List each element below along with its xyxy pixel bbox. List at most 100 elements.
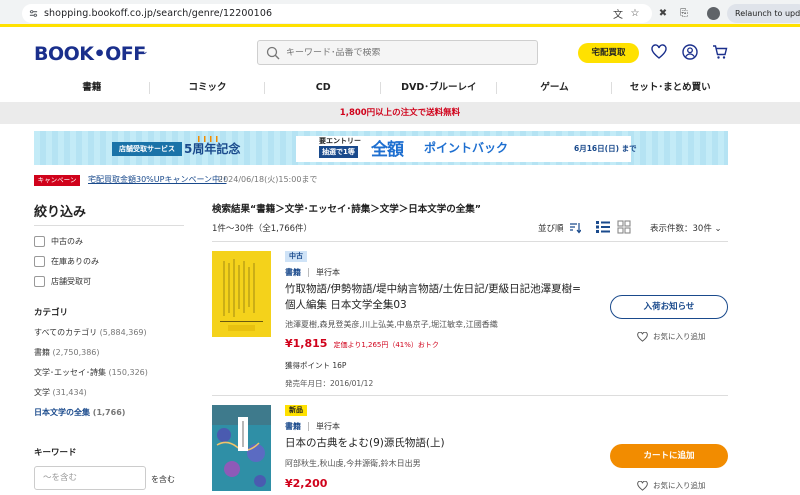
price-value: ¥2,200 (285, 477, 328, 490)
promo-banner[interactable]: 店舗受取サービス 5周年記念 要エントリー 抽選で1等 全額 ポイントバック 6… (34, 131, 728, 165)
nav-books[interactable]: 書籍 (34, 77, 150, 99)
list-view-icon[interactable] (596, 220, 610, 234)
nav-sets[interactable]: セット･まとめ買い (612, 77, 728, 99)
product-kind: 書籍 (285, 268, 301, 277)
search-input[interactable] (286, 47, 526, 58)
product-authors[interactable]: 池澤夏樹,森見登美彦,川上弘美,中島京子,堀江敏幸,江國香織 (285, 319, 498, 330)
product-item: 中古 書籍 単行本 竹取物語/伊勢物語/堤中納言物語/土佐日記/更級日記池澤夏樹… (212, 251, 728, 391)
filter-label: 店舗受取可 (51, 277, 91, 286)
filter-label: 在庫ありのみ (51, 257, 99, 266)
category-japanese-collections[interactable]: 日本文学の全集 (1,766) (34, 407, 125, 418)
banner-big-text: 全額 (371, 140, 404, 160)
product-authors[interactable]: 阿部秋生,秋山虔,今井源衛,鈴木日出男 (285, 458, 421, 469)
nav-cd[interactable]: CD (265, 77, 382, 99)
filter-store-pickup[interactable]: 店舗受取可 (34, 276, 91, 287)
condition-badge: 中古 (285, 251, 307, 262)
grid-view-icon[interactable] (617, 220, 631, 234)
checkbox[interactable] (34, 236, 45, 247)
filter-label: 中古のみ (51, 237, 83, 246)
address-bar[interactable]: shopping.bookoff.co.jp/search/genre/1220… (22, 4, 652, 23)
product-title[interactable]: 竹取物語/伊勢物語/堤中納言物語/土佐日記/更級日記池澤夏樹=個人編集 日本文学… (285, 281, 585, 313)
notify-restock-button[interactable]: 入荷お知らせ (610, 295, 728, 319)
shipping-notice: 1,800円以上の注文で送料無料 (0, 102, 800, 124)
search-box[interactable] (257, 40, 538, 65)
chevron-down-icon: ⌄ (714, 224, 722, 234)
category-books[interactable]: 書籍 (2,750,386) (34, 347, 100, 358)
translate-icon[interactable]: 文 (611, 6, 625, 21)
chevron-down-icon[interactable]: ⌄ (141, 47, 149, 57)
campaign-link[interactable]: 宅配買取金額30%UPキャンペーン中!! (88, 174, 226, 185)
product-format: 単行本 (316, 422, 340, 431)
condition-badge: 新品 (285, 405, 307, 416)
favorite-label: お気に入り追加 (653, 481, 706, 490)
results-count: 1件～30件（全1,766件） (212, 224, 313, 234)
url-text: shopping.bookoff.co.jp/search/genre/1220… (44, 8, 273, 19)
keyword-input[interactable]: ～を含む (34, 466, 146, 490)
results-title: 検索結果“書籍＞文学･エッセイ･詩集＞文学＞日本文学の全集” (212, 204, 481, 215)
heart-icon[interactable] (651, 44, 667, 60)
site-info-icon[interactable] (29, 9, 38, 18)
filter-in-stock[interactable]: 在庫ありのみ (34, 256, 99, 267)
price-discount: 定価より1,265円（41%）おトク (333, 341, 439, 349)
nav-label: コミック (188, 82, 227, 93)
nav-label: CD (315, 82, 331, 93)
category-all[interactable]: すべてのカテゴリ (5,884,369) (34, 327, 147, 338)
relaunch-button[interactable]: Relaunch to update (727, 4, 800, 23)
sort-icon[interactable] (569, 222, 581, 234)
bookmark-star-icon[interactable]: ☆ (628, 6, 642, 20)
nav-label: セット･まとめ買い (629, 82, 711, 93)
category-nav: 書籍 コミック CD DVD･ブルーレイ ゲーム セット･まとめ買い (34, 77, 728, 99)
add-favorite-button[interactable]: お気に入り追加 (637, 331, 706, 342)
per-page-select[interactable]: 表示件数：30件 ⌄ (650, 222, 722, 234)
nav-games[interactable]: ゲーム (497, 77, 613, 99)
banner-date: 6月16日(日) まで (574, 144, 637, 153)
campaign-date: 2024/06/18(火)15:00まで (218, 175, 318, 184)
sort-label: 並び順 (538, 224, 564, 234)
profile-avatar-icon[interactable] (707, 7, 720, 20)
banner-anniversary: 5周年記念 (184, 142, 241, 156)
sort-control[interactable]: 並び順 (538, 222, 581, 234)
add-to-cart-button[interactable]: カートに追加 (610, 444, 728, 468)
extensions-puzzle-icon[interactable]: ⎘ (677, 6, 691, 20)
account-icon[interactable] (682, 44, 698, 60)
nav-label: DVD･ブルーレイ (401, 82, 477, 93)
product-kind: 書籍 (285, 422, 301, 431)
banner-service-label: 店舗受取サービス (112, 142, 182, 156)
banner-lottery-label: 抽選で1等 (319, 146, 358, 158)
product-title[interactable]: 日本の古典をよむ(9)源氏物語(上) (285, 435, 585, 451)
nav-dvd[interactable]: DVD･ブルーレイ (381, 77, 497, 99)
category-literature[interactable]: 文学 (31,434) (34, 387, 87, 398)
book-cover-image[interactable] (212, 251, 271, 337)
nav-label: 書籍 (82, 82, 102, 93)
filter-title: 絞り込み (34, 205, 87, 220)
add-favorite-button[interactable]: お気に入り追加 (637, 480, 706, 491)
extension-x-icon[interactable]: ✖ (656, 6, 670, 20)
cart-icon[interactable] (712, 44, 728, 60)
nav-comics[interactable]: コミック (150, 77, 266, 99)
banner-entry-label: 要エントリー (319, 137, 361, 145)
per-page-label: 表示件数：30件 (650, 224, 712, 234)
product-meta: 書籍 単行本 (285, 421, 340, 432)
product-release-date: 発売年月日：2016/01/12 (285, 379, 374, 388)
product-points: 獲得ポイント 16P (285, 361, 347, 370)
keyword-suffix: を含む (151, 475, 175, 484)
price-value: ¥1,815 (285, 337, 328, 350)
bookoff-logo[interactable]: BOOK•OFF (34, 43, 146, 65)
category-literature-essays[interactable]: 文学･エッセイ･詩集 (150,326) (34, 367, 148, 378)
browser-toolbar: shopping.bookoff.co.jp/search/genre/1220… (0, 0, 800, 27)
book-cover-image[interactable] (212, 405, 271, 491)
campaign-tag: キャンペーン (34, 175, 80, 186)
heart-icon (637, 331, 648, 342)
product-item: 新品 書籍 単行本 日本の古典をよむ(9)源氏物語(上) 阿部秋生,秋山虔,今井… (212, 405, 728, 495)
checkbox[interactable] (34, 256, 45, 267)
category-heading: カテゴリ (34, 308, 69, 318)
checkbox[interactable] (34, 276, 45, 287)
filter-used-only[interactable]: 中古のみ (34, 236, 83, 247)
takuhai-button[interactable]: 宅配買取 (578, 43, 639, 63)
product-price: ¥1,815 定価より1,265円（41%）おトク (285, 337, 439, 350)
product-meta: 書籍 単行本 (285, 267, 340, 278)
favorite-label: お気に入り追加 (653, 332, 706, 341)
product-format: 単行本 (316, 268, 340, 277)
keyword-heading: キーワード (34, 448, 77, 458)
banner-pointback: ポイントバック (424, 141, 509, 155)
